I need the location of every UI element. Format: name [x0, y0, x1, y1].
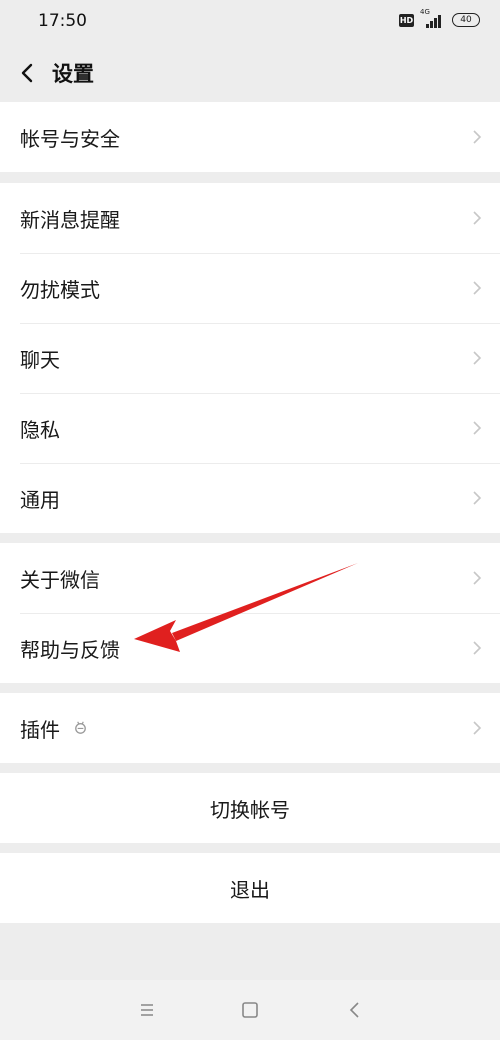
- chevron-right-icon: [473, 721, 482, 735]
- chevron-right-icon: [473, 421, 482, 435]
- status-time: 17:50: [38, 11, 87, 31]
- settings-item-plugins[interactable]: 插件: [0, 693, 500, 763]
- status-icons: HD 4G 40: [399, 8, 480, 28]
- chevron-left-icon[interactable]: [14, 59, 42, 87]
- settings-item-label: 勿扰模式: [20, 277, 100, 302]
- back-triangle-icon[interactable]: [343, 998, 367, 1022]
- chevron-right-icon: [473, 281, 482, 295]
- chevron-right-icon: [473, 130, 482, 144]
- switch-account-group: 切换帐号: [0, 773, 500, 843]
- system-nav-bar: [0, 980, 500, 1040]
- menu-icon[interactable]: [135, 998, 159, 1022]
- settings-item-about[interactable]: 关于微信: [0, 543, 500, 613]
- logout-button[interactable]: 退出: [0, 853, 500, 923]
- settings-item-label: 新消息提醒: [20, 207, 120, 232]
- chevron-right-icon: [473, 491, 482, 505]
- chevron-right-icon: [473, 351, 482, 365]
- settings-item-label: 插件: [20, 717, 60, 742]
- status-bar: 17:50 HD 4G 40: [0, 0, 500, 44]
- settings-item-label: 聊天: [20, 347, 60, 372]
- nav-bar: 设置: [0, 44, 500, 102]
- settings-item-chat[interactable]: 聊天: [0, 323, 500, 393]
- settings-item-label: 通用: [20, 487, 60, 512]
- signal-icon: 4G: [420, 8, 446, 28]
- settings-item-help-feedback[interactable]: 帮助与反馈: [0, 613, 500, 683]
- settings-item-label: 帐号与安全: [20, 126, 120, 151]
- settings-item-do-not-disturb[interactable]: 勿扰模式: [0, 253, 500, 323]
- page-title: 设置: [52, 62, 94, 86]
- settings-item-notifications[interactable]: 新消息提醒: [0, 183, 500, 253]
- chevron-right-icon: [473, 211, 482, 225]
- settings-group-about: 关于微信 帮助与反馈: [0, 543, 500, 683]
- settings-item-label: 隐私: [20, 417, 60, 442]
- home-square-icon[interactable]: [238, 998, 262, 1022]
- chevron-right-icon: [473, 571, 482, 585]
- settings-item-label: 帮助与反馈: [20, 637, 120, 662]
- settings-group-main: 新消息提醒 勿扰模式 聊天 隐私 通用: [0, 183, 500, 533]
- settings-item-general[interactable]: 通用: [0, 463, 500, 533]
- battery-icon: 40: [452, 13, 480, 27]
- plugin-bug-icon: [75, 721, 86, 734]
- settings-item-account-security[interactable]: 帐号与安全: [0, 102, 500, 172]
- switch-account-button[interactable]: 切换帐号: [0, 773, 500, 843]
- settings-item-label: 关于微信: [20, 567, 100, 592]
- logout-group: 退出: [0, 853, 500, 923]
- settings-group-plugins: 插件: [0, 693, 500, 763]
- hd-icon: HD: [399, 13, 414, 27]
- settings-group-account: 帐号与安全: [0, 102, 500, 172]
- settings-item-privacy[interactable]: 隐私: [0, 393, 500, 463]
- chevron-right-icon: [473, 641, 482, 655]
